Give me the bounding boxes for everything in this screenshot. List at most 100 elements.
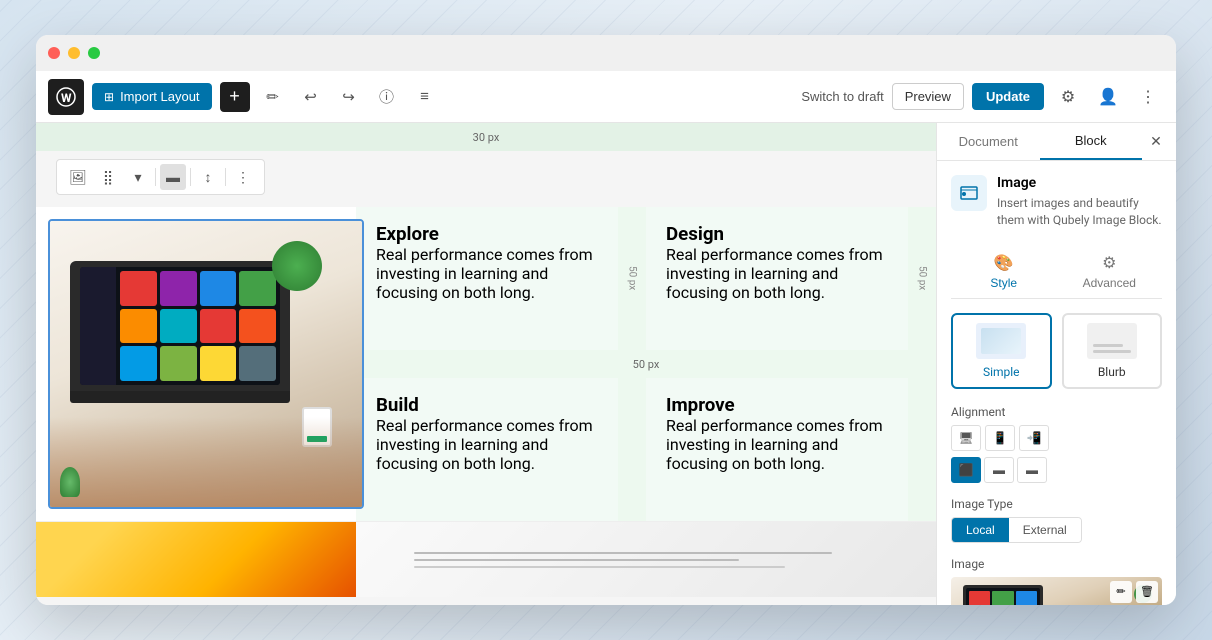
side-spacer-1: 50 px: [618, 207, 646, 350]
toolbar-right: Switch to draft Preview Update ⚙ 👤 ⋮: [801, 81, 1164, 113]
panel-image-actions: ✏ 🗑: [1110, 581, 1158, 603]
laptop-base: [70, 391, 290, 403]
external-type-button[interactable]: External: [1009, 518, 1081, 542]
right-panel: Document Block ✕: [936, 123, 1176, 605]
mid-spacer: 50 px: [356, 350, 936, 378]
user-button[interactable]: 👤: [1092, 81, 1124, 113]
align-left-button[interactable]: ⬛: [951, 457, 981, 483]
hand-gradient: [50, 417, 362, 507]
feature-cell-build: Build Real performance comes from invest…: [356, 378, 618, 521]
app-icon-10: [160, 346, 197, 381]
block-name: Image: [997, 175, 1162, 191]
toolbar-separator-2: [190, 168, 191, 186]
blurb-label: Blurb: [1098, 365, 1126, 379]
design-title: Design: [666, 223, 888, 245]
search-icon: ⊞: [104, 90, 114, 104]
block-toolbar-container: 🖼 ⣿ ▾ ▬ ↕ ⋮: [36, 151, 936, 207]
resize-button[interactable]: ↕: [195, 164, 221, 190]
screen-sidebar: [80, 267, 116, 385]
top-spacing-indicator: 30 px: [36, 123, 936, 151]
minimize-button[interactable]: [68, 47, 80, 59]
toolbar-separator-1: [155, 168, 156, 186]
app-icon-9: [120, 346, 157, 381]
mini-laptop: [70, 261, 290, 406]
block-info-text: Image Insert images and beautify them wi…: [997, 175, 1162, 229]
app-icon-1: [120, 271, 157, 306]
small-plant: [60, 467, 80, 497]
blurb-style-option[interactable]: Blurb: [1062, 313, 1163, 389]
image-type-label: Image Type: [951, 497, 1162, 511]
edit-tool-button[interactable]: ✏: [258, 82, 288, 112]
block-tab[interactable]: Block: [1040, 123, 1143, 160]
block-type-button[interactable]: ▾: [125, 164, 151, 190]
style-sub-tab[interactable]: 🎨 Style: [951, 245, 1057, 298]
editor-shell: W ⊞ Import Layout + ✏ ↩ ↪ ⓘ ≡ Switch to …: [36, 71, 1176, 605]
redo-button[interactable]: ↪: [334, 82, 364, 112]
align-phone-button[interactable]: 📲: [1019, 425, 1049, 451]
advanced-sub-tab[interactable]: ⚙ Advanced: [1057, 245, 1163, 298]
main-content-row: Explore Real performance comes from inve…: [36, 207, 936, 521]
panel-tabs: Document Block ✕: [937, 123, 1176, 161]
move-block-button[interactable]: ⣿: [95, 164, 121, 190]
document-tab[interactable]: Document: [937, 124, 1040, 159]
info-button[interactable]: ⓘ: [372, 82, 402, 112]
postit-grid: [182, 545, 210, 575]
sketch-line-3: [414, 566, 785, 568]
local-type-button[interactable]: Local: [952, 518, 1009, 542]
maximize-button[interactable]: [88, 47, 100, 59]
p-app-2: [992, 591, 1013, 605]
more-options-button[interactable]: ⋮: [1132, 81, 1164, 113]
edit-image-button[interactable]: ✏: [1110, 581, 1132, 603]
office-image: [36, 522, 356, 597]
delete-image-button[interactable]: 🗑: [1136, 581, 1158, 603]
block-toolbar: 🖼 ⣿ ▾ ▬ ↕ ⋮: [56, 159, 265, 195]
explore-description: Real performance comes from investing in…: [376, 245, 598, 302]
editor-body: 30 px 🖼 ⣿ ▾ ▬ ↕ ⋮: [36, 123, 1176, 605]
p-app-1: [969, 591, 990, 605]
sketch-thumbnail: [356, 522, 936, 597]
side-spacer-3: [618, 378, 646, 521]
add-block-button[interactable]: +: [220, 82, 250, 112]
more-block-options-button[interactable]: ⋮: [230, 164, 256, 190]
improve-title: Improve: [666, 394, 888, 416]
align-tablet-button[interactable]: 📱: [985, 425, 1015, 451]
alignment-options: 🖥 📱 📲: [951, 425, 1162, 451]
design-description: Real performance comes from investing in…: [666, 245, 888, 302]
panel-image-preview: ✏ 🗑: [951, 577, 1162, 605]
undo-button[interactable]: ↩: [296, 82, 326, 112]
update-button[interactable]: Update: [972, 83, 1044, 110]
main-image-block[interactable]: [48, 219, 364, 509]
sketch-line-2: [414, 559, 739, 561]
alignment-label: Alignment: [951, 405, 1162, 419]
app-icon-11: [200, 346, 237, 381]
simple-style-option[interactable]: Simple: [951, 313, 1052, 389]
panel-body: Image Insert images and beautify them wi…: [937, 161, 1176, 605]
app-icon-4: [239, 271, 276, 306]
switch-draft-button[interactable]: Switch to draft: [801, 89, 883, 104]
side-spacer-2: 50 px: [908, 207, 936, 350]
align-center-button[interactable]: ▬: [984, 457, 1014, 483]
settings-button[interactable]: ⚙: [1052, 81, 1084, 113]
plant-decoration: [272, 241, 322, 291]
feature-cell-explore: Explore Real performance comes from inve…: [356, 207, 618, 350]
feature-bottom-row: Build Real performance comes from invest…: [356, 378, 936, 521]
align-right-button[interactable]: ▬: [1017, 457, 1047, 483]
screen-main: [116, 267, 280, 385]
image-block-icon-button[interactable]: 🖼: [65, 164, 91, 190]
list-view-button[interactable]: ≡: [410, 82, 440, 112]
app-icon-3: [200, 271, 237, 306]
canvas-area[interactable]: 30 px 🖼 ⣿ ▾ ▬ ↕ ⋮: [36, 123, 936, 605]
close-button[interactable]: [48, 47, 60, 59]
align-desktop-button[interactable]: 🖥: [951, 425, 981, 451]
align-button[interactable]: ▬: [160, 164, 186, 190]
toolbar: W ⊞ Import Layout + ✏ ↩ ↪ ⓘ ≡ Switch to …: [36, 71, 1176, 123]
style-options: Simple Blurb: [951, 313, 1162, 389]
laptop-screen: [80, 267, 280, 385]
panel-close-button[interactable]: ✕: [1142, 128, 1170, 156]
style-tab-label: Style: [990, 276, 1017, 290]
p-app-3: [1016, 591, 1037, 605]
block-description: Insert images and beautify them with Qub…: [997, 195, 1162, 229]
advanced-icon: ⚙: [1102, 253, 1116, 273]
import-layout-button[interactable]: ⊞ Import Layout: [92, 83, 212, 110]
preview-button[interactable]: Preview: [892, 83, 964, 110]
